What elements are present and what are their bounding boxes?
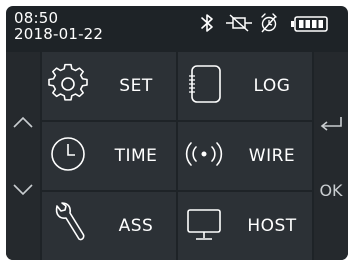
chevron-up-icon [13, 116, 33, 128]
monitor-icon [184, 202, 224, 246]
menu-label-wire: WIRE [248, 146, 296, 166]
wireless-signal-icon [184, 132, 224, 176]
log-icon [184, 62, 224, 106]
menu-tile-ass[interactable]: ASS [42, 192, 176, 260]
menu-label-time: TIME [114, 146, 158, 166]
right-nav-column: OK [314, 52, 348, 260]
status-date: 2018-01-22 [14, 25, 104, 43]
status-time: 08:50 [14, 9, 59, 27]
return-arrow-icon [320, 117, 342, 131]
ok-button[interactable]: OK [314, 176, 348, 204]
network-disconnected-icon [225, 13, 253, 33]
menu-tile-wire[interactable]: WIRE [178, 122, 312, 190]
back-button[interactable] [314, 110, 348, 138]
wrench-icon [48, 202, 88, 246]
menu-label-host: HOST [247, 216, 297, 236]
display-panel: 08:50 2018-01-22 OK SET LOG TIME WIRE AS… [6, 6, 348, 260]
menu-label-ass: ASS [118, 216, 154, 236]
menu-tile-time[interactable]: TIME [42, 122, 176, 190]
device-screen: 08:50 2018-01-22 OK SET LOG TIME WIRE AS… [0, 0, 354, 266]
left-nav-column [6, 52, 40, 260]
main-menu-grid: SET LOG TIME WIRE ASS HOST [42, 52, 312, 260]
gear-icon [48, 62, 88, 106]
menu-label-set: SET [119, 76, 153, 96]
scroll-up-button[interactable] [6, 108, 40, 136]
ok-label: OK [319, 180, 343, 200]
alarm-off-icon [259, 12, 279, 34]
menu-tile-set[interactable]: SET [42, 52, 176, 120]
menu-tile-log[interactable]: LOG [178, 52, 312, 120]
battery-full-icon [291, 16, 329, 32]
menu-tile-host[interactable]: HOST [178, 192, 312, 260]
bluetooth-icon [200, 13, 214, 33]
menu-label-log: LOG [253, 76, 291, 96]
chevron-down-icon [13, 184, 33, 196]
clock-icon [48, 132, 88, 176]
scroll-down-button[interactable] [6, 176, 40, 204]
